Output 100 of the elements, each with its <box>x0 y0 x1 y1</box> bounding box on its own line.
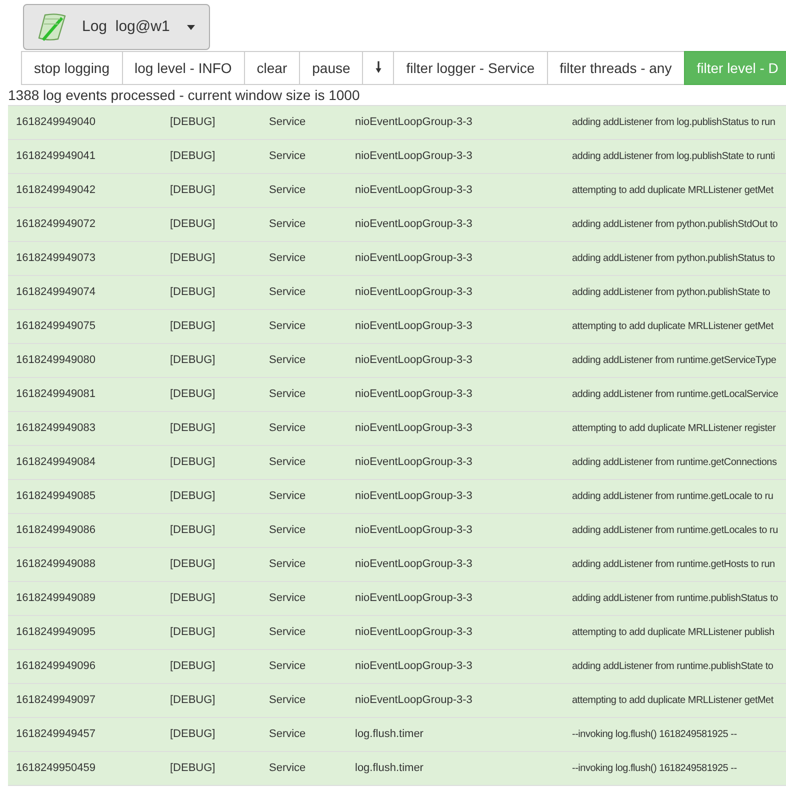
timestamp-cell-text: 1618249949080 <box>15 353 97 368</box>
logger-cell-text: Service <box>269 251 307 266</box>
level-cell-text: [DEBUG] <box>170 149 216 164</box>
thread-cell-text: nioEventLoopGroup-3-3 <box>355 251 474 266</box>
timestamp-cell-text: 1618249949042 <box>15 183 97 198</box>
level-cell-text: [DEBUG] <box>170 421 216 436</box>
level-cell-text: [DEBUG] <box>170 319 216 334</box>
thread-cell-text: nioEventLoopGroup-3-3 <box>355 353 474 368</box>
level-cell-text: [DEBUG] <box>170 727 216 742</box>
message-cell-text: adding addListener from runtime.publishStatus to <box>572 592 778 606</box>
message-cell-text: --invoking log.flush() 1618249581925 -- <box>572 762 737 776</box>
timestamp-cell-text: 1618249949457 <box>15 727 97 742</box>
logger-cell-text: Service <box>269 761 307 776</box>
level-cell-text: [DEBUG] <box>170 523 216 538</box>
level-cell-text: [DEBUG] <box>170 761 216 776</box>
message-cell-text: attempting to add duplicate MRLListener getMet <box>572 694 774 708</box>
level-cell-text: [DEBUG] <box>170 115 216 130</box>
thread-cell-text: nioEventLoopGroup-3-3 <box>355 115 474 130</box>
toolbar-button[interactable]: log level - INFO <box>122 51 245 85</box>
timestamp-cell-text: 1618249949073 <box>15 251 97 266</box>
timestamp-cell-text: 1618249949088 <box>15 557 97 572</box>
thread-cell-text: nioEventLoopGroup-3-3 <box>355 319 474 334</box>
message-cell-text: attempting to add duplicate MRLListener publish <box>572 626 774 640</box>
logger-cell-text: Service <box>269 319 307 334</box>
timestamp-cell-text: 1618249949097 <box>15 693 97 708</box>
thread-cell-text: nioEventLoopGroup-3-3 <box>355 523 474 538</box>
message-cell-text: adding addListener from runtime.getConnections <box>572 456 777 470</box>
message-cell-text: adding addListener from python.publishState to <box>572 286 770 300</box>
message-cell-text: --invoking log.flush() 1618249581925 -- <box>572 728 737 742</box>
level-cell-text: [DEBUG] <box>170 591 216 606</box>
logger-cell-text: Service <box>269 353 307 368</box>
message-cell-text: attempting to add duplicate MRLListener getMet <box>572 184 774 198</box>
level-cell-text: [DEBUG] <box>170 625 216 640</box>
logger-cell-text: Service <box>269 455 307 470</box>
level-cell-text: [DEBUG] <box>170 693 216 708</box>
timestamp-cell-text: 1618249949085 <box>15 489 97 504</box>
timestamp-cell-text: 1618249949095 <box>15 625 97 640</box>
timestamp-cell-text: 1618249949089 <box>15 591 97 606</box>
thread-cell-text: log.flush.timer <box>355 761 424 776</box>
timestamp-cell-text: 1618249949075 <box>15 319 97 334</box>
message-cell-text: adding addListener from runtime.getLocalService <box>572 388 778 402</box>
timestamp-cell-text: 1618249949083 <box>15 421 97 436</box>
level-cell-text: [DEBUG] <box>170 489 216 504</box>
timestamp-cell-text: 1618249949081 <box>15 387 97 402</box>
logger-cell-text: Service <box>269 387 307 402</box>
logger-cell-text: Service <box>269 693 307 708</box>
level-cell-text: [DEBUG] <box>170 353 216 368</box>
message-cell-text: adding addListener from runtime.getLocales to ru <box>572 524 778 538</box>
message-cell-text: adding addListener from python.publishStdOut to <box>572 218 778 232</box>
level-cell-text: [DEBUG] <box>170 557 216 572</box>
level-cell-text: [DEBUG] <box>170 387 216 402</box>
toolbar-button[interactable]: filter logger - Service <box>393 51 548 85</box>
logger-cell-text: Service <box>269 591 307 606</box>
message-cell-text: attempting to add duplicate MRLListener getMet <box>572 320 774 334</box>
timestamp-cell-text: 1618249949084 <box>15 455 97 470</box>
timestamp-cell-text: 1618249949096 <box>15 659 97 674</box>
thread-cell-text: nioEventLoopGroup-3-3 <box>355 557 474 572</box>
timestamp-cell-text: 1618249949041 <box>15 149 97 164</box>
level-cell-text: [DEBUG] <box>170 285 216 300</box>
toolbar-button[interactable]: clear <box>244 51 300 85</box>
thread-cell-text: nioEventLoopGroup-3-3 <box>355 387 474 402</box>
message-cell-text: attempting to add duplicate MRLListener register <box>572 422 776 436</box>
logger-cell-text: Service <box>269 625 307 640</box>
logger-cell-text: Service <box>269 489 307 504</box>
message-cell-text: adding addListener from python.publishStatus to <box>572 252 775 266</box>
message-cell-text: adding addListener from log.publishStatus to run <box>572 116 776 130</box>
logger-cell-text: Service <box>269 285 307 300</box>
toolbar-button[interactable]: stop logging <box>21 51 123 85</box>
message-cell-text: adding addListener from runtime.getLocale to ru <box>572 490 774 504</box>
timestamp-cell-text: 1618249949072 <box>15 217 97 232</box>
thread-cell-text: nioEventLoopGroup-3-3 <box>355 489 474 504</box>
thread-cell-text: log.flush.timer <box>355 727 424 742</box>
level-cell-text: [DEBUG] <box>170 183 216 198</box>
toolbar-button[interactable]: pause <box>299 51 364 85</box>
logger-cell-text: Service <box>269 183 307 198</box>
logger-cell-text: Service <box>269 217 307 232</box>
scroll-quill-icon <box>36 11 68 43</box>
caret-icon <box>187 24 195 30</box>
scroll-down-button[interactable]: 🠗 <box>362 51 394 85</box>
logger-cell-text: Service <box>269 659 307 674</box>
level-cell-text: [DEBUG] <box>170 251 216 266</box>
thread-cell-text: nioEventLoopGroup-3-3 <box>355 149 474 164</box>
logger-cell-text: Service <box>269 115 307 130</box>
timestamp-cell-text: 1618249949074 <box>15 285 97 300</box>
message-cell-text: adding addListener from runtime.publishState to <box>572 660 774 674</box>
level-cell-text: [DEBUG] <box>170 455 216 470</box>
thread-cell-text: nioEventLoopGroup-3-3 <box>355 625 474 640</box>
thread-cell-text: nioEventLoopGroup-3-3 <box>355 455 474 470</box>
toolbar-button[interactable]: filter threads - any <box>546 51 685 85</box>
thread-cell-text: nioEventLoopGroup-3-3 <box>355 591 474 606</box>
message-cell-text: adding addListener from runtime.getServiceType <box>572 354 776 368</box>
thread-cell-text: nioEventLoopGroup-3-3 <box>355 421 474 436</box>
thread-cell-text: nioEventLoopGroup-3-3 <box>355 659 474 674</box>
service-dropdown-button[interactable]: Log log@w1 <box>23 4 210 50</box>
thread-cell-text: nioEventLoopGroup-3-3 <box>355 183 474 198</box>
level-cell-text: [DEBUG] <box>170 217 216 232</box>
logger-cell-text: Service <box>269 149 307 164</box>
status-text: 1388 log events processed - current window size is 1000 <box>7 86 361 105</box>
timestamp-cell-text: 1618249949040 <box>15 115 97 130</box>
timestamp-cell-text: 1618249950459 <box>15 761 97 776</box>
